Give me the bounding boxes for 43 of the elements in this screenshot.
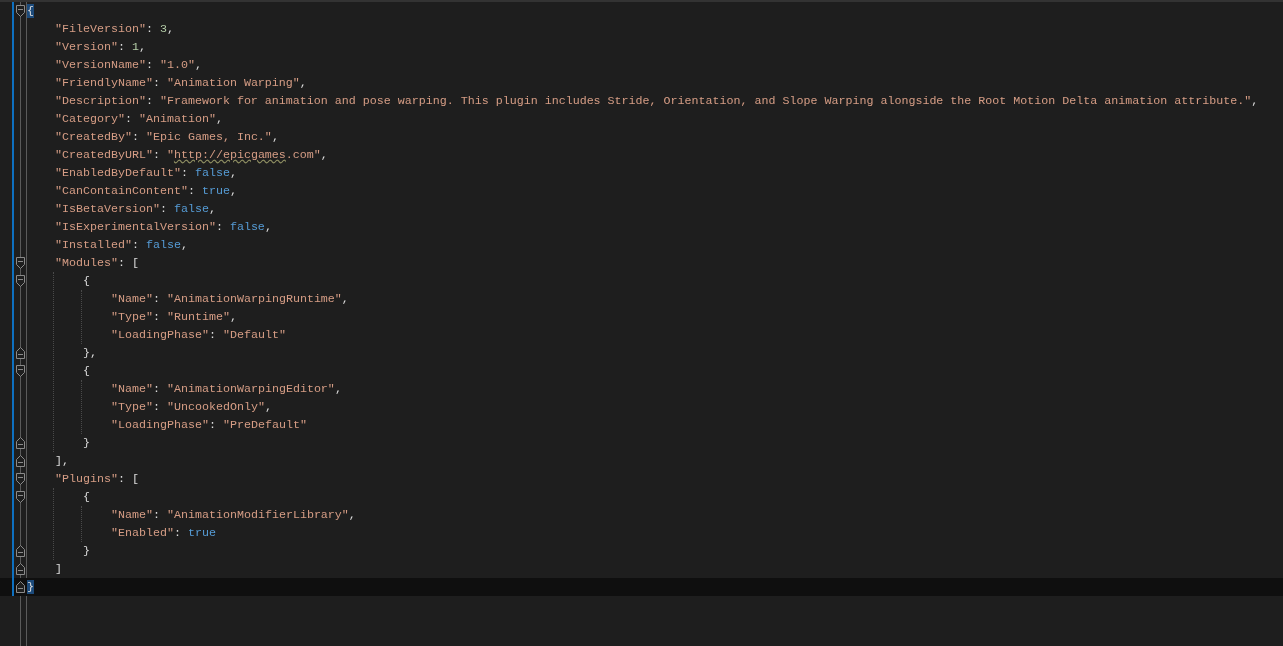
code-line: "IsBetaVersion": false,	[55, 202, 216, 216]
code-line: "CanContainContent": true,	[55, 184, 237, 198]
fold-icon[interactable]	[16, 257, 25, 269]
code-line: "Description": "Framework for animation and pose warping. This plugin includes Stride, Orientation, and Slope Warping alongside the Root Motion Delta animation attribute.",	[55, 94, 1259, 108]
code-line: "Type": "Runtime",	[111, 310, 237, 324]
code-line: }	[83, 436, 90, 450]
code-line: "Plugins": [	[55, 472, 139, 486]
code-line: "VersionName": "1.0",	[55, 58, 202, 72]
code-line: "Category": "Animation",	[55, 112, 223, 126]
code-line: "LoadingPhase": "PreDefault"	[111, 418, 307, 432]
code-line: "FriendlyName": "Animation Warping",	[55, 76, 307, 90]
code-line: "Installed": false,	[55, 238, 188, 252]
code-line: "Type": "UncookedOnly",	[111, 400, 272, 414]
code-line: ],	[55, 454, 69, 468]
code-line: "EnabledByDefault": false,	[55, 166, 237, 180]
code-line: "Enabled": true	[111, 526, 216, 540]
fold-icon[interactable]	[16, 581, 25, 593]
code-line: "Name": "AnimationWarpingRuntime",	[111, 292, 349, 306]
fold-icon[interactable]	[16, 545, 25, 557]
fold-icon[interactable]	[16, 437, 25, 449]
fold-icon[interactable]	[16, 563, 25, 575]
code-line: "Name": "AnimationWarpingEditor",	[111, 382, 342, 396]
fold-icon[interactable]	[16, 455, 25, 467]
code-line: "Version": 1,	[55, 40, 146, 54]
code-line: "FileVersion": 3,	[55, 22, 174, 36]
code-line: "CreatedBy": "Epic Games, Inc.",	[55, 130, 279, 144]
fold-icon[interactable]	[16, 491, 25, 503]
code-line: "CreatedByURL": "http://epicgames.com",	[55, 148, 328, 162]
fold-icon[interactable]	[16, 347, 25, 359]
fold-icon[interactable]	[16, 473, 25, 485]
code-line: {	[83, 364, 90, 378]
code-line: {	[83, 274, 90, 288]
code-line: "LoadingPhase": "Default"	[111, 328, 286, 342]
code-line: ]	[55, 562, 62, 576]
fold-icon[interactable]	[16, 275, 25, 287]
code-line: "Name": "AnimationModifierLibrary",	[111, 508, 356, 522]
fold-icon[interactable]	[16, 5, 25, 17]
code-line: }	[83, 544, 90, 558]
fold-icon[interactable]	[16, 365, 25, 377]
code-line: "Modules": [	[55, 256, 139, 270]
code-line: {	[83, 490, 90, 504]
code-line: "IsExperimentalVersion": false,	[55, 220, 272, 234]
code-line: },	[83, 346, 97, 360]
